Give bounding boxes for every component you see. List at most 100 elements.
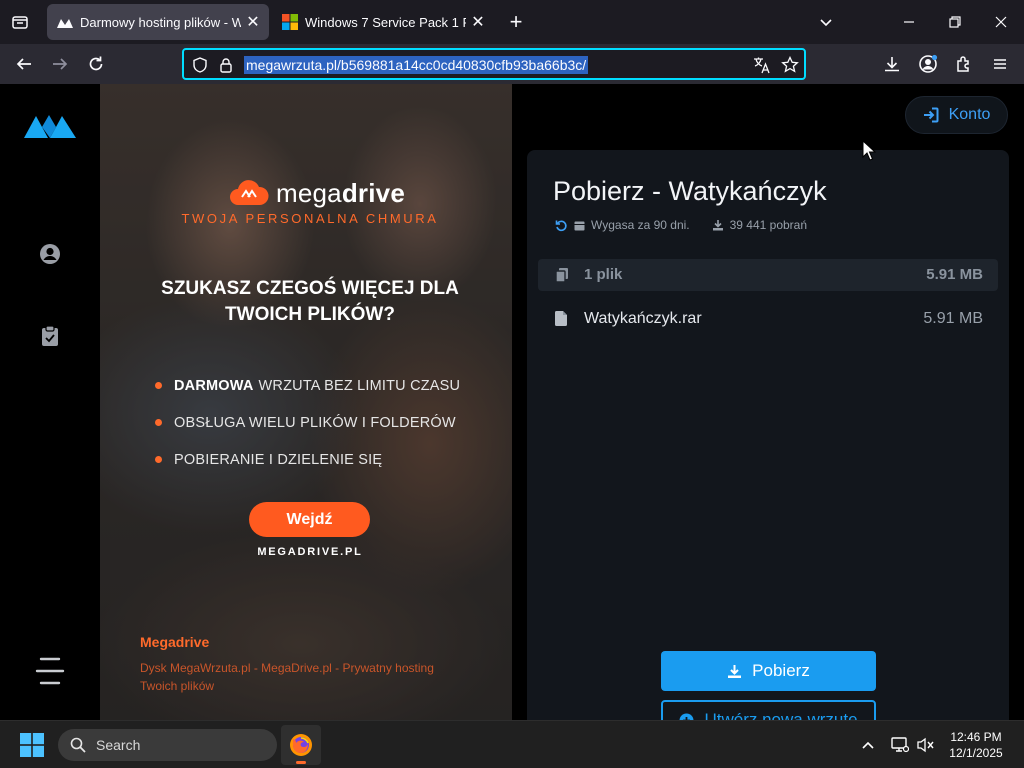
ad-headline-line2: TWOICH PLIKÓW? [225, 304, 395, 325]
tab-list-icon [12, 16, 28, 29]
url-text[interactable]: megawrzuta.pl/b569881a14cc0cd40830cfb93b… [244, 56, 589, 74]
create-upload-label: Utwórz nową wrzutę [704, 710, 858, 720]
windows-start-icon[interactable] [14, 729, 50, 761]
expiry-text: Wygasa za 90 dni. [591, 218, 690, 232]
file-size: 5.91 MB [923, 310, 983, 327]
windows-favicon-icon [281, 13, 299, 31]
web-page: megadrive TWOJA PERSONALNA CHMURA SZUKAS… [0, 84, 1024, 720]
download-button[interactable]: Pobierz [661, 651, 876, 691]
sidebar [0, 84, 100, 720]
network-icon[interactable] [890, 733, 910, 757]
ad-feature-list: DARMOWA WRZUTA BEZ LIMITU CZASU OBSŁUGA W… [155, 367, 460, 478]
megadrive-logo: megadrive [228, 178, 405, 208]
sign-in-icon [923, 107, 939, 123]
megadrive-ad-banner[interactable]: megadrive TWOJA PERSONALNA CHMURA SZUKAS… [100, 84, 512, 720]
firefox-icon [290, 734, 312, 756]
minimize-icon[interactable] [886, 0, 932, 44]
ad-tagline: TWOJA PERSONALNA CHMURA [181, 211, 439, 226]
clock-time: 12:46 PM [950, 730, 1002, 744]
ad-footer-description[interactable]: Dysk MegaWrzuta.pl - MegaDrive.pl - Pryw… [140, 659, 470, 695]
bullet-text: OBSŁUGA WIELU PLIKÓW I FOLDERÓW [174, 414, 456, 431]
clock-date: 12/1/2025 [949, 746, 1003, 760]
files-count: 1 plik [584, 266, 623, 283]
files-total-size: 5.91 MB [926, 266, 983, 283]
brand-bold: drive [341, 177, 405, 208]
bullet-dot-icon [155, 419, 162, 426]
account-icon[interactable] [914, 50, 942, 78]
list-item: POBIERANIE I DZIELENIE SIĘ [155, 441, 460, 478]
ad-site-url[interactable]: MEGADRIVE.PL [100, 546, 512, 558]
volume-muted-icon[interactable] [916, 733, 936, 757]
downloads-icon[interactable] [878, 50, 906, 78]
ad-footer-title[interactable]: Megadrive [140, 634, 209, 650]
download-icon [727, 664, 742, 679]
chevron-down-icon[interactable] [812, 8, 840, 36]
calendar-icon [574, 220, 585, 231]
tab-strip: Darmowy hosting plików - Wrzuta.pl ✕ Win… [0, 0, 1024, 44]
taskbar-clock[interactable]: 12:46 PM 12/1/2025 [940, 729, 1012, 761]
create-upload-button[interactable]: Utwórz nową wrzutę [661, 700, 876, 720]
new-tab-plus-icon[interactable]: + [502, 8, 530, 36]
taskbar: Search 12:46 PM 12/1/2025 [0, 720, 1024, 768]
list-item: OBSŁUGA WIELU PLIKÓW I FOLDERÓW [155, 404, 460, 441]
tab-close-icon[interactable]: ✕ [466, 10, 490, 34]
lock-icon[interactable] [216, 55, 236, 75]
bullet-dot-icon [155, 382, 162, 389]
tab-close-icon[interactable]: ✕ [241, 10, 265, 34]
chevron-up-icon[interactable] [858, 733, 878, 757]
tab-title: Darmowy hosting plików - Wrzuta.pl [80, 14, 241, 30]
restore-icon[interactable] [932, 0, 978, 44]
shield-icon[interactable] [190, 55, 210, 75]
mouse-cursor-icon [862, 140, 876, 161]
taskbar-search[interactable]: Search [58, 729, 277, 761]
firefox-taskbar-button[interactable] [281, 725, 321, 765]
menu-hamburger-icon[interactable] [986, 50, 1014, 78]
tab-list-button[interactable] [6, 8, 34, 36]
tab-title: Windows 7 Service Pack 1 RTM [305, 14, 466, 30]
active-app-indicator [296, 761, 306, 764]
forward-arrow-icon[interactable] [46, 50, 74, 78]
account-button-label: Konto [948, 106, 991, 123]
bullet-text: WRZUTA BEZ LIMITU CZASU [258, 377, 461, 394]
megawrzuta-favicon-icon [56, 13, 74, 31]
copy-files-icon [555, 267, 569, 283]
cloud-logo-icon [230, 180, 269, 205]
tab-windows7[interactable]: Windows 7 Service Pack 1 RTM ✕ [272, 4, 494, 40]
bullet-dot-icon [155, 456, 162, 463]
megawrzuta-logo-icon[interactable] [22, 110, 78, 140]
ad-headline: SZUKASZ CZEGOŚ WIĘCEJ DLA TWOICH PLIKÓW? [100, 276, 512, 328]
back-arrow-icon[interactable] [10, 50, 38, 78]
sidebar-menu-icon[interactable] [34, 656, 66, 686]
bullet-text: POBIERANIE I DZIELENIE SIĘ [174, 451, 383, 468]
ad-enter-button[interactable]: Wejdź [249, 502, 370, 537]
download-count-text: 39 441 pobrań [729, 218, 808, 232]
refresh-icon[interactable] [555, 219, 568, 232]
page-title: Pobierz - Watykańczyk [553, 176, 827, 206]
tab-wrzuta[interactable]: Darmowy hosting plików - Wrzuta.pl ✕ [47, 4, 269, 40]
search-label: Search [96, 737, 141, 753]
download-content: Konto Pobierz - Watykańczyk Wygasa za 90… [512, 84, 1024, 720]
file-meta: Wygasa za 90 dni. 39 441 pobrań [555, 218, 807, 232]
download-panel: Pobierz - Watykańczyk Wygasa za 90 dni. … [527, 150, 1009, 720]
file-name[interactable]: Watykańczyk.rar [584, 310, 702, 328]
list-item: DARMOWA WRZUTA BEZ LIMITU CZASU [155, 367, 460, 404]
url-bar[interactable]: megawrzuta.pl/b569881a14cc0cd40830cfb93b… [182, 48, 806, 80]
file-row[interactable]: Watykańczyk.rar 5.91 MB [538, 303, 998, 335]
bookmark-star-icon[interactable] [780, 55, 800, 75]
clipboard-icon[interactable] [38, 324, 62, 348]
translate-icon[interactable] [752, 55, 772, 75]
bullet-strong: DARMOWA [174, 377, 254, 394]
user-icon[interactable] [38, 242, 62, 266]
plus-circle-icon [679, 713, 694, 720]
search-icon [70, 737, 86, 753]
reload-icon[interactable] [82, 50, 110, 78]
files-summary-row: 1 plik 5.91 MB [538, 259, 998, 291]
brand-light: mega [276, 177, 342, 208]
file-icon [555, 311, 567, 326]
account-button[interactable]: Konto [905, 96, 1008, 134]
extensions-icon[interactable] [950, 50, 978, 78]
window-close-icon[interactable] [978, 0, 1024, 44]
ad-headline-line1: SZUKASZ CZEGOŚ WIĘCEJ DLA [161, 278, 459, 299]
navigation-bar: megawrzuta.pl/b569881a14cc0cd40830cfb93b… [0, 44, 1024, 84]
download-count-icon [712, 219, 724, 231]
